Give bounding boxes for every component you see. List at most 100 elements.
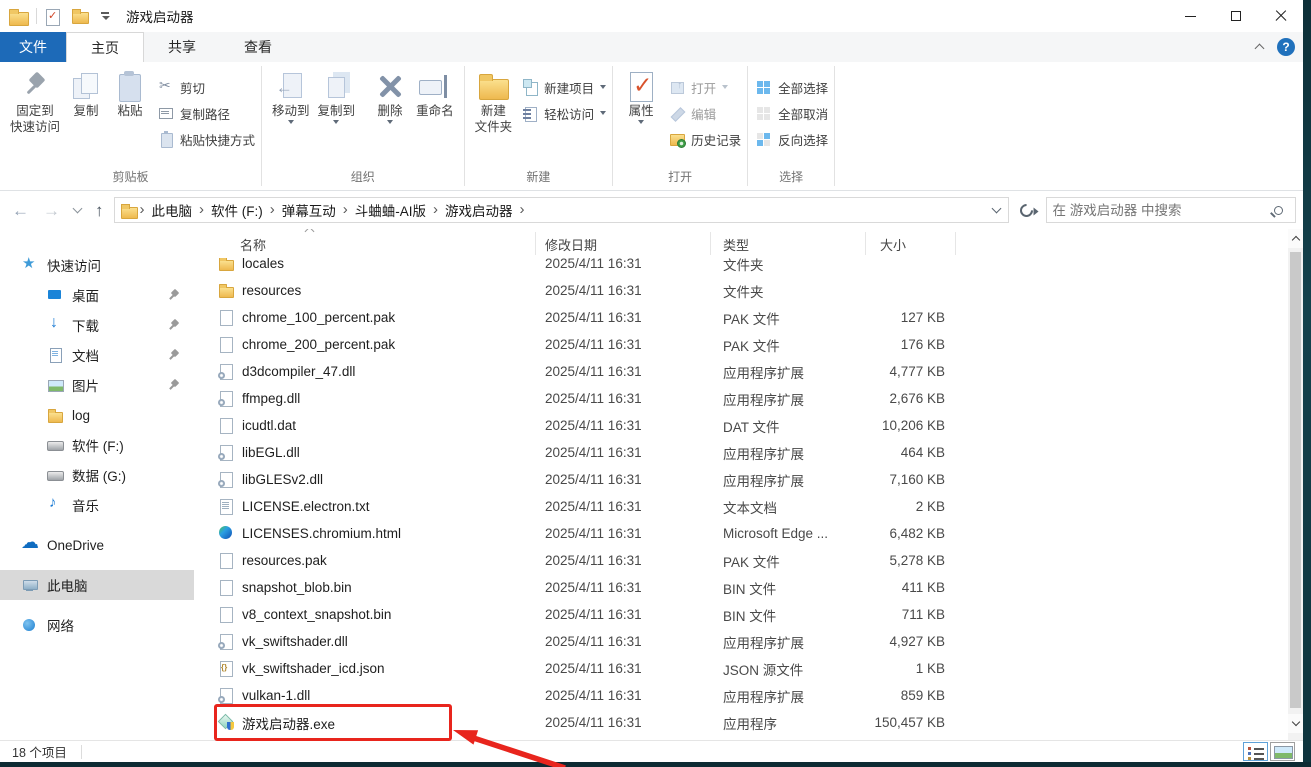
breadcrumb-item[interactable]: 此电脑 bbox=[148, 200, 197, 220]
minimize-button[interactable] bbox=[1168, 0, 1213, 32]
button-label: 删除 bbox=[378, 104, 403, 119]
column-header-type[interactable]: 类型 bbox=[723, 235, 749, 254]
recent-locations-dropdown-icon[interactable] bbox=[73, 204, 83, 214]
file-row[interactable]: resources.pak2025/4/11 16:31PAK 文件5,278 … bbox=[194, 547, 1288, 574]
download-icon bbox=[47, 317, 63, 333]
select-all-button[interactable]: 全部选择 bbox=[756, 74, 828, 100]
up-button[interactable]: ↑ bbox=[95, 202, 104, 219]
maximize-button[interactable] bbox=[1213, 0, 1258, 32]
scrollbar-thumb[interactable] bbox=[1290, 252, 1301, 708]
sidebar-item-drive-f[interactable]: 软件 (F:) bbox=[0, 430, 194, 460]
breadcrumb-separator-icon[interactable]: › bbox=[340, 201, 351, 220]
new-folder-button[interactable]: 新建 文件夹 bbox=[471, 66, 517, 138]
column-separator[interactable] bbox=[955, 232, 956, 255]
scroll-up-button[interactable] bbox=[1288, 229, 1303, 248]
close-button[interactable] bbox=[1258, 0, 1303, 32]
desktop-background-strip bbox=[1303, 0, 1311, 767]
refresh-icon[interactable] bbox=[1017, 201, 1035, 219]
file-icon bbox=[218, 336, 234, 352]
file-size: 1 KB bbox=[754, 661, 945, 676]
select-none-button[interactable]: 全部取消 bbox=[756, 100, 828, 126]
sidebar-item-downloads[interactable]: 下载 bbox=[0, 310, 194, 340]
breadcrumb-separator-icon[interactable]: › bbox=[430, 201, 441, 220]
vertical-scrollbar[interactable] bbox=[1288, 229, 1303, 740]
column-header-row: 名称 修改日期 类型 大小 bbox=[194, 229, 1288, 258]
breadcrumb-separator-icon[interactable]: › bbox=[196, 201, 207, 220]
scroll-down-button[interactable] bbox=[1288, 714, 1303, 733]
tab-file[interactable]: 文件 bbox=[0, 32, 66, 62]
tab-home[interactable]: 主页 bbox=[66, 32, 144, 62]
file-row[interactable]: ffmpeg.dll2025/4/11 16:31应用程序扩展2,676 KB bbox=[194, 385, 1288, 412]
new-item-button[interactable]: 新建项目 bbox=[522, 74, 606, 100]
details-view-button[interactable] bbox=[1243, 742, 1268, 761]
sidebar-item-log[interactable]: log bbox=[0, 400, 194, 430]
collapse-ribbon-icon[interactable] bbox=[1255, 44, 1265, 54]
breadcrumb-item[interactable]: 斗蛐蛐-AI版 bbox=[351, 200, 430, 220]
copy-to-button[interactable]: 复制到 bbox=[314, 66, 360, 127]
edit-button[interactable]: 编辑 bbox=[669, 100, 741, 126]
column-header-name[interactable]: 名称 bbox=[240, 235, 266, 254]
history-button[interactable]: 历史记录 bbox=[669, 126, 741, 152]
open-button[interactable]: 打开 bbox=[669, 74, 741, 100]
file-row[interactable]: libGLESv2.dll2025/4/11 16:31应用程序扩展7,160 … bbox=[194, 466, 1288, 493]
easy-access-button[interactable]: 轻松访问 bbox=[522, 100, 606, 126]
address-dropdown-button[interactable] bbox=[985, 198, 1008, 222]
properties-icon[interactable] bbox=[45, 8, 60, 25]
breadcrumb-item[interactable]: 游戏启动器 bbox=[441, 200, 517, 220]
sidebar-item-network[interactable]: 网络 bbox=[0, 610, 194, 640]
customize-toolbar-dropdown-icon[interactable] bbox=[100, 11, 110, 21]
sidebar-item-pictures[interactable]: 图片 bbox=[0, 370, 194, 400]
back-button[interactable]: ← bbox=[12, 202, 29, 219]
search-input[interactable] bbox=[1047, 203, 1274, 218]
file-row[interactable]: resources2025/4/11 16:31文件夹 bbox=[194, 277, 1288, 304]
address-bar[interactable]: ›此电脑›软件 (F:)›弹幕互动›斗蛐蛐-AI版›游戏启动器› bbox=[114, 197, 1009, 223]
file-row[interactable]: vk_swiftshader.dll2025/4/11 16:31应用程序扩展4… bbox=[194, 628, 1288, 655]
file-row[interactable]: d3dcompiler_47.dll2025/4/11 16:31应用程序扩展4… bbox=[194, 358, 1288, 385]
column-separator[interactable] bbox=[710, 232, 711, 255]
file-row[interactable]: LICENSES.chromium.html2025/4/11 16:31Mic… bbox=[194, 520, 1288, 547]
file-row[interactable]: chrome_200_percent.pak2025/4/11 16:31PAK… bbox=[194, 331, 1288, 358]
forward-button[interactable]: → bbox=[43, 202, 60, 219]
file-row[interactable]: v8_context_snapshot.bin2025/4/11 16:31BI… bbox=[194, 601, 1288, 628]
copy-path-button[interactable]: 复制路径 bbox=[158, 100, 255, 126]
pin-to-quick-access-button[interactable]: 固定到 快速访问 bbox=[6, 66, 64, 138]
rename-button[interactable]: 重命名 bbox=[412, 66, 458, 122]
sidebar-item-music[interactable]: 音乐 bbox=[0, 490, 194, 520]
column-separator[interactable] bbox=[865, 232, 866, 255]
new-folder-qat-icon[interactable] bbox=[72, 9, 88, 23]
file-row[interactable]: chrome_100_percent.pak2025/4/11 16:31PAK… bbox=[194, 304, 1288, 331]
breadcrumb-separator-icon[interactable]: › bbox=[267, 201, 278, 220]
tab-view[interactable]: 查看 bbox=[220, 32, 296, 62]
file-row[interactable]: vk_swiftshader_icd.json2025/4/11 16:31JS… bbox=[194, 655, 1288, 682]
sidebar-item-onedrive[interactable]: OneDrive bbox=[0, 530, 194, 560]
sidebar-item-documents[interactable]: 文档 bbox=[0, 340, 194, 370]
copy-button[interactable]: 复制 bbox=[64, 66, 108, 122]
sidebar-item-desktop[interactable]: 桌面 bbox=[0, 280, 194, 310]
delete-button[interactable]: 删除 bbox=[368, 66, 412, 127]
sidebar-item-this-pc[interactable]: 此电脑 bbox=[0, 570, 194, 600]
file-row[interactable]: snapshot_blob.bin2025/4/11 16:31BIN 文件41… bbox=[194, 574, 1288, 601]
cut-button[interactable]: 剪切 bbox=[158, 74, 255, 100]
breadcrumb-item[interactable]: 弹幕互动 bbox=[278, 200, 340, 220]
paste-shortcut-button[interactable]: 粘贴快捷方式 bbox=[158, 126, 255, 152]
move-to-button[interactable]: 移动到 bbox=[268, 66, 314, 127]
file-row[interactable]: icudtl.dat2025/4/11 16:31DAT 文件10,206 KB bbox=[194, 412, 1288, 439]
sidebar-item-quick-access[interactable]: 快速访问 bbox=[0, 250, 194, 280]
properties-button[interactable]: 属性 bbox=[619, 66, 663, 127]
search-box[interactable] bbox=[1046, 197, 1296, 223]
file-row[interactable]: LICENSE.electron.txt2025/4/11 16:31文本文档2… bbox=[194, 493, 1288, 520]
breadcrumb-item[interactable]: 软件 (F:) bbox=[207, 200, 267, 220]
column-separator[interactable] bbox=[535, 232, 536, 255]
file-row[interactable]: libEGL.dll2025/4/11 16:31应用程序扩展464 KB bbox=[194, 439, 1288, 466]
tab-share[interactable]: 共享 bbox=[144, 32, 220, 62]
column-header-size[interactable]: 大小 bbox=[880, 235, 906, 254]
file-date: 2025/4/11 16:31 bbox=[545, 634, 642, 649]
sidebar-item-drive-g[interactable]: 数据 (G:) bbox=[0, 460, 194, 490]
column-header-date[interactable]: 修改日期 bbox=[545, 235, 597, 254]
invert-selection-button[interactable]: 反向选择 bbox=[756, 126, 828, 152]
breadcrumb-separator-icon[interactable]: › bbox=[517, 201, 528, 220]
help-icon[interactable]: ? bbox=[1277, 38, 1295, 56]
breadcrumb-separator-icon[interactable]: › bbox=[137, 201, 148, 220]
thumbnails-view-button[interactable] bbox=[1270, 742, 1295, 761]
paste-button[interactable]: 粘贴 bbox=[108, 66, 152, 122]
